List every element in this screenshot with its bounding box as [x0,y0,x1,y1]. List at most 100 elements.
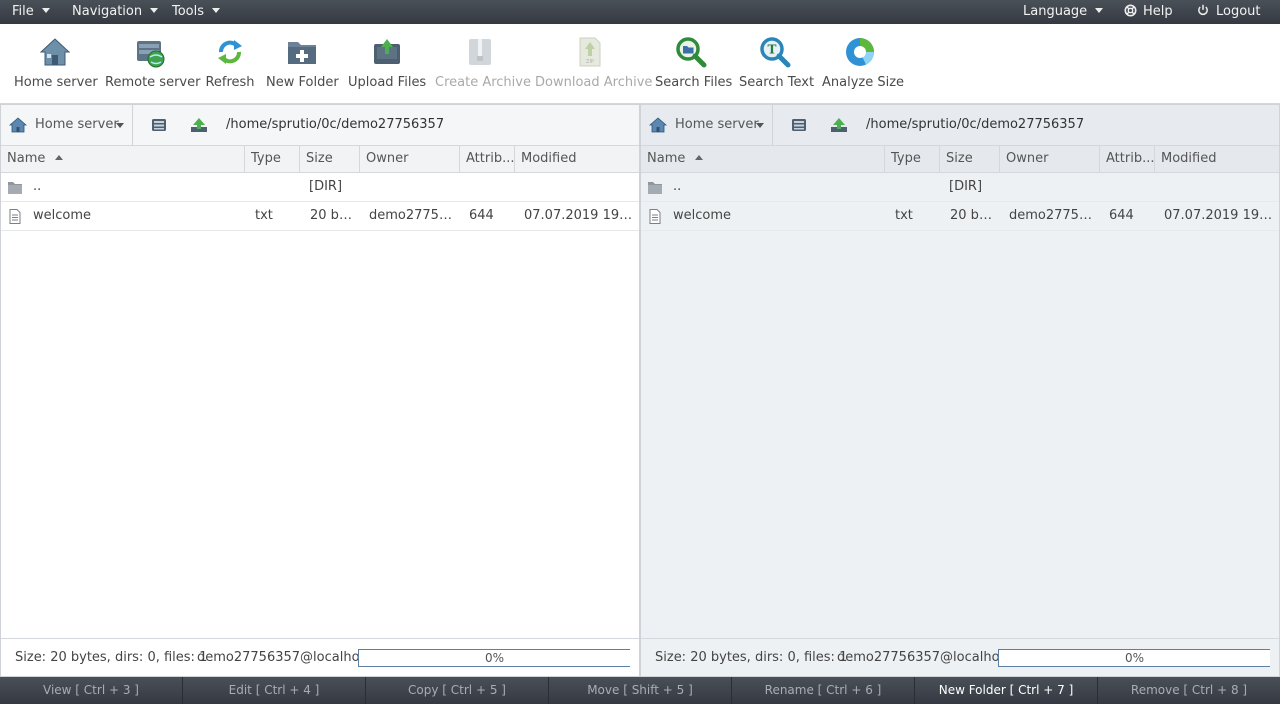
table-row[interactable]: welcome txt 20 by... demo27756... 644 07… [641,202,1279,231]
cell-modified: 07.07.2019 19:57... [524,208,636,223]
menu-file-label: File [12,4,34,19]
move-button[interactable]: Move [ Shift + 5 ] [549,677,732,704]
up-directory-icon[interactable] [830,117,848,133]
table-row[interactable]: welcome txt 20 by... demo27756... 644 07… [1,202,639,231]
server-selector[interactable]: Home server [641,105,773,146]
column-header: Name Type Size Owner Attrib... Modified [1,146,639,173]
cell-owner: demo27756... [1009,208,1095,223]
column-attributes[interactable]: Attrib... [460,146,515,173]
create-archive-label: Create Archive [435,75,531,90]
home-icon [9,117,27,133]
download-archive-button[interactable]: ZIP Download Archive [535,24,653,104]
upload-files-label: Upload Files [348,75,427,90]
cell-size: 20 by... [950,208,996,223]
svg-text:ZIP: ZIP [586,59,594,65]
download-archive-label: Download Archive [535,75,653,90]
column-type[interactable]: Type [245,146,300,173]
upload-files-button[interactable]: Upload Files [348,24,427,104]
edit-button[interactable]: Edit [ Ctrl + 4 ] [183,677,366,704]
refresh-button[interactable]: Refresh [204,24,256,104]
cell-attributes: 644 [1109,208,1134,223]
column-name-label: Name [7,151,46,166]
cell-size: 20 by... [310,208,356,223]
menu-file[interactable]: File [12,0,50,24]
progress-bar: 0% [998,649,1270,667]
menu-tools-label: Tools [172,4,205,19]
up-directory-icon[interactable] [190,117,208,133]
sort-ascending-icon [55,155,64,160]
upload-icon [373,39,400,64]
column-name[interactable]: Name [641,146,885,173]
home-server-button[interactable]: Home server [14,24,98,104]
column-type[interactable]: Type [885,146,940,173]
create-archive-button[interactable]: Create Archive [435,24,531,104]
status-summary: Size: 20 bytes, dirs: 0, files: 1 [655,650,848,665]
search-text-button[interactable]: T Search Text [739,24,814,104]
menu-logout[interactable]: Logout [1196,0,1261,24]
analyze-size-label: Analyze Size [822,75,905,90]
analyze-size-button[interactable]: Analyze Size [822,24,905,104]
copy-button[interactable]: Copy [ Ctrl + 5 ] [366,677,549,704]
progress-label: 0% [1124,651,1145,665]
cell-type: txt [255,208,273,223]
cell-size: [DIR] [309,179,343,194]
status-bar: Size: 20 bytes, dirs: 0, files: 1 demo27… [641,638,1279,676]
sort-ascending-icon [695,155,704,160]
cell-attributes: 644 [469,208,494,223]
menu-bar: File Navigation Tools Language Help Logo… [0,0,1280,24]
rename-button[interactable]: Rename [ Ctrl + 6 ] [732,677,915,704]
progress-label: 0% [484,651,505,665]
drive-icon[interactable] [150,117,168,133]
cell-size: [DIR] [949,179,983,194]
current-path[interactable]: /home/sprutio/0c/demo27756357 [226,117,444,132]
table-row[interactable]: .. [DIR] [1,173,639,202]
analyze-size-icon [846,38,874,66]
svg-text:T: T [768,43,777,57]
zip-icon: ZIP [579,37,601,67]
home-icon [649,117,667,133]
left-file-panel: Home server /home/sprutio/0c/demo2775635… [0,104,640,677]
new-folder-button[interactable]: New Folder [266,24,339,104]
menu-language[interactable]: Language [1023,0,1104,24]
help-icon [1123,0,1137,23]
column-name[interactable]: Name [1,146,245,173]
menu-navigation-label: Navigation [72,4,143,19]
search-files-label: Search Files [655,75,733,90]
menu-navigation[interactable]: Navigation [72,0,159,24]
path-bar: Home server /home/sprutio/0c/demo2775635… [641,105,1279,146]
search-files-button[interactable]: Search Files [655,24,733,104]
chevron-down-icon [150,8,159,13]
drive-icon[interactable] [790,117,808,133]
search-text-icon: T [760,37,791,68]
file-text-icon [7,209,23,224]
cell-owner: demo27756... [369,208,455,223]
remote-server-icon [137,41,165,68]
column-attributes[interactable]: Attrib... [1100,146,1155,173]
chevron-down-icon [212,8,221,13]
menu-help-label: Help [1143,4,1173,19]
file-text-icon [647,209,663,224]
column-size[interactable]: Size [940,146,1000,173]
remove-button[interactable]: Remove [ Ctrl + 8 ] [1098,677,1280,704]
new-folder-label: New Folder [266,75,339,90]
current-path[interactable]: /home/sprutio/0c/demo27756357 [866,117,1084,132]
cell-name: .. [33,179,42,194]
new-folder-fn-button[interactable]: New Folder [ Ctrl + 7 ] [915,677,1098,704]
column-owner[interactable]: Owner [360,146,460,173]
remote-server-label: Remote server [105,75,201,90]
server-selector[interactable]: Home server [1,105,133,146]
column-owner[interactable]: Owner [1000,146,1100,173]
remote-server-button[interactable]: Remote server [105,24,201,104]
new-folder-icon [288,42,316,64]
chevron-down-icon [116,123,124,128]
table-row[interactable]: .. [DIR] [641,173,1279,202]
server-selector-label: Home server [35,117,119,132]
view-button[interactable]: View [ Ctrl + 3 ] [0,677,183,704]
cell-modified: 07.07.2019 19:57... [1164,208,1276,223]
chevron-down-icon [41,8,50,13]
column-size[interactable]: Size [300,146,360,173]
menu-help[interactable]: Help [1123,0,1173,24]
column-modified[interactable]: Modified [515,146,639,173]
menu-tools[interactable]: Tools [172,0,221,24]
column-modified[interactable]: Modified [1155,146,1279,173]
